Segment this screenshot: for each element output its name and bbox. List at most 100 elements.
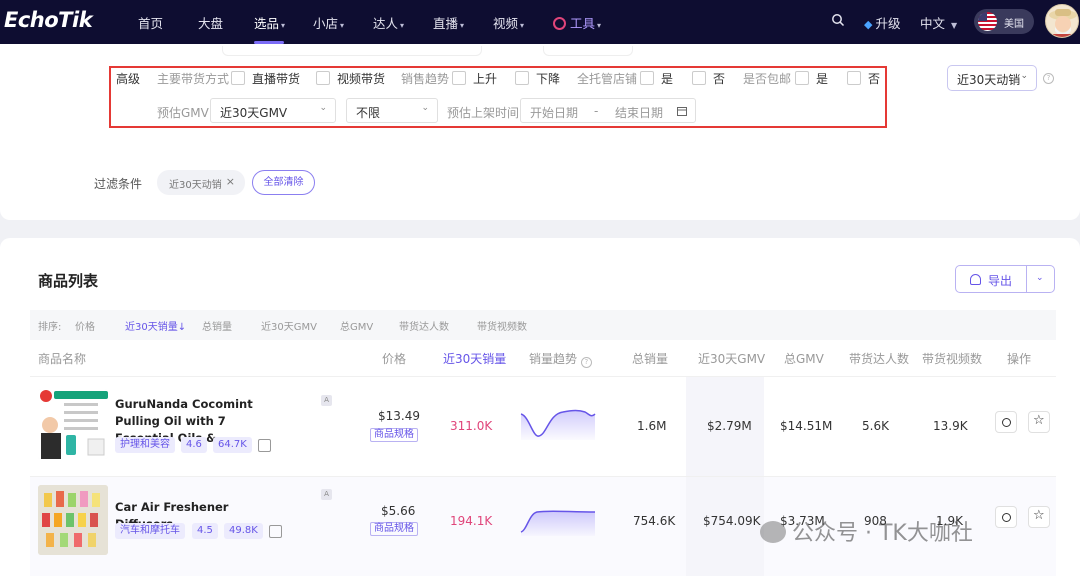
sales-30d: 194.1K [450, 514, 493, 528]
region-label: 美国 [1004, 19, 1024, 30]
export-dropdown-button[interactable]: ⌄ [1026, 265, 1055, 293]
sort-videos[interactable]: 带货视频数 [477, 318, 527, 333]
nav-home[interactable]: 首页 [138, 13, 163, 32]
sort-total-sales[interactable]: 总销量 [202, 318, 232, 333]
col-price[interactable]: 价格 [382, 350, 406, 367]
star-icon: ☆ [1033, 413, 1045, 428]
clear-all-button[interactable]: 全部清除 [252, 170, 315, 195]
managed-no-checkbox[interactable] [692, 71, 706, 85]
col-videos[interactable]: 带货视频数 [922, 350, 982, 367]
gmv-range-select[interactable]: 不限 ⌄ [346, 98, 438, 123]
help-icon[interactable]: ? [1043, 73, 1054, 84]
search-product-button[interactable] [995, 506, 1017, 528]
video-selling-label: 视频带货 [337, 72, 386, 86]
trend-up-checkbox[interactable] [452, 71, 466, 85]
filter-tag[interactable]: 近30天动销 × [157, 170, 245, 195]
chevron-down-icon: ▾ [400, 21, 405, 30]
chevron-down-icon: ▾ [281, 21, 286, 30]
favorite-button[interactable]: ☆ [1028, 506, 1050, 528]
star-icon: ☆ [1033, 508, 1045, 523]
gmv-30d: $2.79M [707, 419, 752, 433]
col-total-sales[interactable]: 总销量 [632, 350, 668, 367]
product-list-title: 商品列表 [38, 272, 99, 290]
export-button[interactable]: 导出 [955, 265, 1027, 293]
sort-creators[interactable]: 带货达人数 [399, 318, 449, 333]
shop-icon[interactable] [269, 525, 282, 538]
sort-label: 排序: [38, 322, 62, 333]
user-avatar[interactable] [1045, 4, 1079, 38]
search-icon[interactable] [831, 13, 845, 27]
trend-down-label: 下降 [536, 72, 561, 86]
filter-tag-label: 近30天动销 [169, 180, 222, 191]
diamond-icon: ◆ [864, 18, 873, 31]
chevron-down-icon: ▾ [520, 21, 525, 30]
nav-live[interactable]: 直播 ▾ [433, 13, 464, 32]
live-selling-label: 直播带货 [252, 72, 301, 86]
shipping-yes-checkbox[interactable] [795, 71, 809, 85]
watermark-text: 公众号 · TK大咖社 [792, 521, 973, 546]
product-thumbnail-illustration [38, 389, 108, 459]
sort-period-value: 近30天动销 [957, 73, 1021, 87]
live-selling-checkbox[interactable] [231, 71, 245, 85]
managed-store-label: 全托管店铺 [577, 72, 638, 86]
sales-trend-sparkline [520, 409, 596, 440]
watermark: 公众号 · TK大咖社 [760, 515, 973, 547]
rating-badge: 4.5 [192, 523, 218, 539]
nav-shop[interactable]: 小店 ▾ [313, 13, 344, 32]
caret-down-icon: ▼ [951, 21, 958, 30]
nav-product-selection[interactable]: 选品 ▾ [254, 13, 285, 32]
shop-icon[interactable] [258, 439, 271, 452]
nav-video[interactable]: 视频 ▾ [493, 13, 524, 32]
spec-button[interactable]: 商品规格 [370, 428, 418, 442]
sort-total-gmv[interactable]: 总GMV [340, 318, 373, 333]
chevron-down-icon: ▾ [597, 21, 602, 30]
favorite-button[interactable]: ☆ [1028, 411, 1050, 433]
tools-icon [553, 17, 566, 30]
video-selling-checkbox[interactable] [316, 71, 330, 85]
sales-method-label: 主要带货方式 [157, 72, 230, 86]
date-range-picker[interactable]: 开始日期 - 结束日期 [520, 98, 696, 123]
col-total-gmv[interactable]: 总GMV [784, 350, 824, 367]
shipping-no-checkbox[interactable] [847, 71, 861, 85]
col-creators[interactable]: 带货达人数 [849, 350, 909, 367]
search-product-button[interactable] [995, 411, 1017, 433]
sort-price[interactable]: 价格 [75, 318, 95, 333]
listing-time-label: 预估上架时间 [447, 106, 520, 120]
help-icon[interactable]: ? [580, 357, 592, 368]
price: $5.66 [381, 504, 416, 518]
gmv-period-value: 近30天GMV [220, 106, 288, 120]
end-date-input[interactable]: 结束日期 [615, 104, 663, 121]
spec-button[interactable]: 商品规格 [370, 522, 418, 536]
trend-down-checkbox[interactable] [515, 71, 529, 85]
product-image[interactable] [38, 485, 108, 555]
col-product-name: 商品名称 [38, 352, 87, 366]
managed-yes-label: 是 [661, 72, 674, 86]
nav-tools[interactable]: 工具 ▾ [553, 13, 601, 32]
nav-creators[interactable]: 达人 ▾ [373, 13, 404, 32]
echotik-logo[interactable]: EchoTik [4, 8, 93, 32]
sort-gmv-30d[interactable]: 近30天GMV [261, 318, 317, 333]
nav-market[interactable]: 大盘 [198, 13, 223, 32]
rating-badge: 4.6 [181, 437, 207, 453]
region-selector[interactable]: 美国 [974, 9, 1034, 34]
product-image[interactable] [38, 389, 108, 459]
category-badge: 护理和美容 [115, 437, 175, 453]
upgrade-button[interactable]: ◆ 升级 [864, 13, 900, 32]
managed-yes-checkbox[interactable] [640, 71, 654, 85]
sales-30d: 311.0K [450, 419, 493, 433]
export-icon [970, 274, 981, 285]
partial-input-above [543, 46, 633, 56]
sort-period-select[interactable]: 近30天动销 ⌄ [947, 65, 1037, 91]
translate-icon[interactable]: A [321, 489, 332, 500]
sort-sales-30d[interactable]: 近30天销量↓ [125, 318, 186, 333]
col-sales-30d[interactable]: 近30天销量 [443, 350, 506, 367]
total-sales: 754.6K [633, 514, 676, 528]
gmv-30d: $754.09K [703, 514, 761, 528]
gmv-period-select[interactable]: 近30天GMV ⌄ [210, 98, 336, 123]
close-icon[interactable]: × [226, 175, 235, 188]
translate-icon[interactable]: A [321, 395, 332, 406]
language-selector[interactable]: 中文 ▼ [920, 13, 957, 32]
col-gmv-30d[interactable]: 近30天GMV [698, 350, 765, 367]
start-date-input[interactable]: 开始日期 [530, 104, 578, 121]
shipping-no-label: 否 [868, 72, 881, 86]
